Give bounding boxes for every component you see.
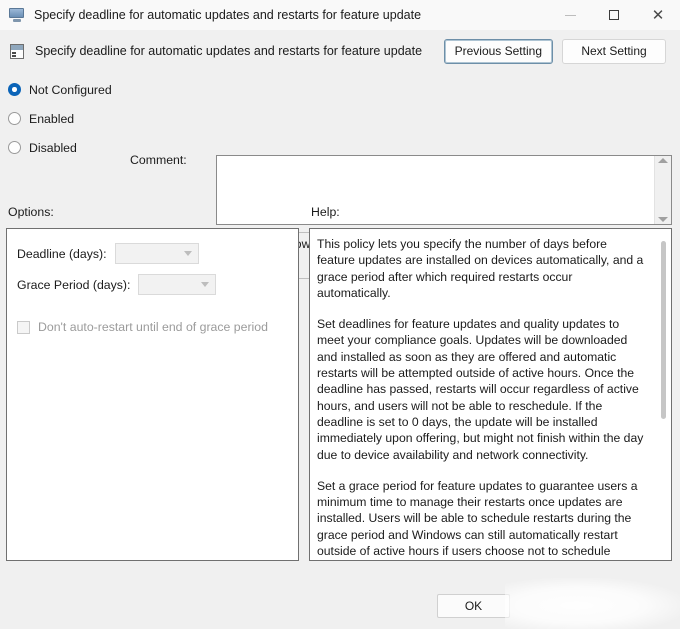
minimize-button[interactable] [548, 0, 592, 31]
dialog-footer: OK [0, 585, 680, 629]
setting-header: Specify deadline for automatic updates a… [0, 31, 680, 71]
group-policy-setting-dialog: Specify deadline for automatic updates a… [0, 0, 680, 629]
deadline-dropdown[interactable] [114, 243, 199, 264]
setting-title: Specify deadline for automatic updates a… [35, 44, 423, 58]
window-controls: ✕ [548, 0, 680, 31]
help-text: This policy lets you specify the number … [310, 229, 657, 560]
radio-label-enabled: Enabled [29, 111, 75, 126]
grace-period-row: Grace Period (days): [17, 274, 288, 295]
help-scrollbar-thumb[interactable] [661, 241, 666, 419]
policy-state-radio-group: Not Configured Enabled Disabled [8, 77, 128, 164]
next-setting-button[interactable]: Next Setting [562, 38, 666, 64]
help-paragraph: Set deadlines for feature updates and qu… [317, 317, 644, 462]
radio-icon-selected [8, 83, 21, 96]
grace-period-label: Grace Period (days): [17, 277, 131, 292]
close-button[interactable]: ✕ [636, 0, 680, 31]
radio-icon [8, 141, 21, 154]
help-label: Help: [311, 205, 340, 219]
policy-setting-icon [9, 43, 26, 60]
panel-labels: Options: Help: [0, 201, 680, 228]
radio-label-not-configured: Not Configured [29, 82, 112, 97]
options-panel: Deadline (days): Grace Period (days): Do… [6, 228, 299, 561]
state-and-meta-section: Not Configured Enabled Disabled Comment:… [0, 71, 680, 279]
radio-enabled[interactable]: Enabled [8, 106, 128, 131]
radio-icon [8, 112, 21, 125]
scroll-up-icon[interactable] [658, 158, 668, 163]
deadline-row: Deadline (days): [17, 243, 288, 264]
chevron-down-icon [201, 282, 210, 287]
radio-label-disabled: Disabled [29, 140, 77, 155]
help-paragraph: Set a grace period for feature updates t… [317, 478, 638, 559]
window-title: Specify deadline for automatic updates a… [34, 8, 422, 22]
grace-period-dropdown[interactable] [138, 274, 217, 295]
checkbox-icon[interactable] [17, 320, 30, 334]
options-label: Options: [8, 205, 54, 219]
help-paragraph: This policy lets you specify the number … [317, 237, 644, 300]
help-scrollbar[interactable] [657, 229, 671, 560]
ok-button[interactable]: OK [437, 594, 510, 618]
chevron-down-icon [183, 251, 192, 256]
deadline-label: Deadline (days): [17, 246, 107, 261]
close-icon: ✕ [651, 6, 665, 24]
previous-setting-button[interactable]: Previous Setting [443, 38, 553, 64]
radio-disabled[interactable]: Disabled [8, 135, 128, 160]
help-panel: This policy lets you specify the number … [309, 228, 672, 561]
no-auto-restart-checkbox-row[interactable]: Don't auto-restart until end of grace pe… [17, 320, 288, 334]
monitor-icon [8, 6, 26, 24]
maximize-button[interactable] [592, 0, 636, 31]
panels-container: Deadline (days): Grace Period (days): Do… [0, 228, 680, 585]
no-auto-restart-label: Don't auto-restart until end of grace pe… [38, 320, 268, 334]
comment-label: Comment: [130, 153, 187, 167]
titlebar: Specify deadline for automatic updates a… [0, 0, 680, 31]
radio-not-configured[interactable]: Not Configured [8, 77, 128, 102]
